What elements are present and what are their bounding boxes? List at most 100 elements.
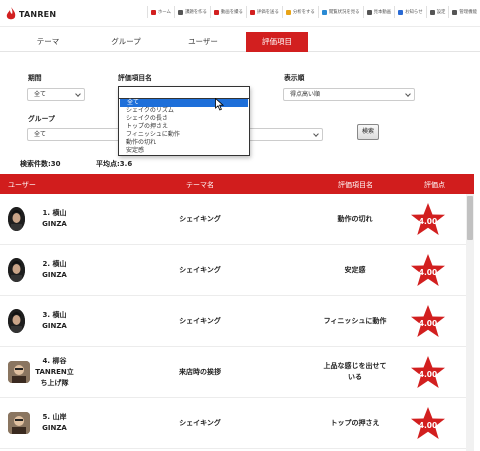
column-score: 評価点 <box>424 181 445 189</box>
evaluation-item-name: トップの押さえ <box>330 418 380 427</box>
logo[interactable]: TANREN <box>6 6 56 22</box>
result-count: 検索件数:30 <box>20 160 61 168</box>
nav-item-6[interactable]: 見本動画 <box>362 6 395 18</box>
score-star-icon: 4.00 <box>411 407 445 439</box>
tab-user[interactable]: ユーザー <box>176 32 230 52</box>
theme-name[interactable]: シェイキング <box>150 316 250 326</box>
dropdown-option[interactable]: シェイクの長さ <box>119 115 249 123</box>
order-select-value: 得点高い順 <box>290 91 321 98</box>
score-value: 4.00 <box>419 370 438 379</box>
nav-item-7[interactable]: お知らせ <box>394 6 425 18</box>
score-value: 4.00 <box>419 268 438 277</box>
mouse-cursor-icon <box>215 98 224 111</box>
user-name: 4. 柳谷 TANREN立 ち上げ隊 <box>35 356 74 387</box>
evaluation-item-name: 上品な感じを出せて いる <box>323 362 387 381</box>
evaluation-item-dropdown[interactable]: 全て シェイクのリズム シェイクの長さ トップの押さえ フィニッシュに動作 動作の切れ 安定… <box>118 86 250 156</box>
analyze-icon <box>285 9 291 15</box>
nav-item-label: お知らせ <box>405 10 423 15</box>
nav-item-8[interactable]: 設定 <box>425 6 449 18</box>
tab-evaluation-item[interactable]: 評価項目 <box>246 32 308 52</box>
order-select[interactable]: 得点高い順 <box>283 88 415 101</box>
theme-name[interactable]: 来店時の挨拶 <box>150 367 250 377</box>
nav-item-label: 管理機能 <box>459 10 477 15</box>
user-name: 1. 横山 GINZA <box>42 209 67 228</box>
nav-item-label: ホーム <box>157 10 171 15</box>
tab-theme[interactable]: テーマ <box>22 32 74 52</box>
evaluation-item-name: フィニッシュに動作 <box>323 316 387 325</box>
group-label: グループ <box>28 115 55 123</box>
score-value: 4.00 <box>419 217 438 226</box>
evaluation-item-label: 評価項目名 <box>118 74 152 82</box>
nav-item-1[interactable]: 課題を作る <box>173 6 210 18</box>
score-star-icon: 4.00 <box>411 203 445 235</box>
avatar <box>8 361 30 383</box>
score-star-icon: 4.00 <box>411 254 445 286</box>
tab-bar: テーマ グループ ユーザー 評価項目 <box>0 32 480 52</box>
nav-item-4[interactable]: 分析をする <box>281 6 318 18</box>
nav-item-label: 分析をする <box>292 10 315 15</box>
dropdown-option[interactable]: フィニッシュに動作 <box>119 131 249 139</box>
tab-group[interactable]: グループ <box>98 32 154 52</box>
chevron-down-icon <box>313 131 319 137</box>
logo-text: TANREN <box>19 9 57 19</box>
nav-item-0[interactable]: ホーム <box>146 6 174 18</box>
avatar <box>8 207 25 231</box>
dropdown-option[interactable]: シェイクのリズム <box>119 107 249 115</box>
theme-name[interactable]: シェイキング <box>150 265 250 275</box>
nav-item-5[interactable]: 閲覧状況を見る <box>317 6 363 18</box>
admin-icon <box>452 9 458 15</box>
score-star-icon: 4.00 <box>411 305 445 337</box>
scrollbar[interactable] <box>466 194 474 451</box>
user-name: 3. 横山 GINZA <box>42 311 67 330</box>
chevron-down-icon <box>405 91 411 97</box>
dropdown-option[interactable]: トップの押さえ <box>119 123 249 131</box>
column-theme: テーマ名 <box>186 181 214 189</box>
user-name: 2. 横山 GINZA <box>42 260 67 279</box>
period-select[interactable]: 全て <box>27 88 85 101</box>
top-nav: ホーム 課題を作る 動画を撮る 評価を送る 分析をする 閲覧状況を見る 見本動画 お知らせ 設定… <box>146 6 480 18</box>
table-row[interactable]: 4. 柳谷 TANREN立 ち上げ隊 来店時の挨拶 上品な感じを出せて いる 4.00 <box>0 347 466 398</box>
nav-item-9[interactable]: 管理機能 <box>448 6 480 18</box>
nav-item-label: 閲覧状況を見る <box>328 10 360 15</box>
avatar <box>8 412 30 434</box>
order-label: 表示順 <box>284 74 305 82</box>
nav-item-label: 設定 <box>436 10 446 15</box>
table-row[interactable]: 1. 横山 GINZA シェイキング 動作の切れ 4.00 <box>0 194 466 245</box>
group-select-value: 全て <box>34 131 47 138</box>
dropdown-option[interactable]: 動作の切れ <box>119 139 249 147</box>
dropdown-option[interactable]: 全て <box>120 99 248 107</box>
score-value: 4.00 <box>419 319 438 328</box>
dropdown-option[interactable]: 安定感 <box>119 147 249 155</box>
home-icon <box>150 9 156 15</box>
column-item: 評価項目名 <box>338 181 373 189</box>
user-name: 5. 山岸 GINZA <box>42 413 67 432</box>
bell-icon <box>398 9 404 15</box>
nav-item-label: 課題を作る <box>184 10 207 15</box>
evaluation-item-name: 安定感 <box>344 265 366 274</box>
average-score: 平均点:3.6 <box>96 160 133 168</box>
dropdown-options: 全て シェイクのリズム シェイクの長さ トップの押さえ フィニッシュに動作 動作の切れ 安定… <box>119 99 249 155</box>
nav-item-2[interactable]: 動画を撮る <box>209 6 246 18</box>
period-select-value: 全て <box>34 91 47 98</box>
flame-logo-icon <box>6 7 16 20</box>
avatar <box>8 258 25 282</box>
nav-item-3[interactable]: 評価を送る <box>245 6 282 18</box>
table-row[interactable]: 5. 山岸 GINZA シェイキング トップの押さえ 4.00 <box>0 398 466 449</box>
period-label: 期間 <box>28 74 42 82</box>
nav-item-label: 動画を撮る <box>220 10 243 15</box>
theme-name[interactable]: シェイキング <box>150 214 250 224</box>
table-row[interactable]: 3. 横山 GINZA シェイキング フィニッシュに動作 4.00 <box>0 296 466 347</box>
users-icon <box>321 9 327 15</box>
search-button[interactable]: 検索 <box>357 124 379 140</box>
score-star-icon: 4.00 <box>411 356 445 388</box>
video-icon <box>213 9 219 15</box>
column-user: ユーザー <box>8 181 36 189</box>
theme-name[interactable]: シェイキング <box>150 418 250 428</box>
table-row[interactable]: 2. 横山 GINZA シェイキング 安定感 4.00 <box>0 245 466 296</box>
gear-icon <box>429 9 435 15</box>
scrollbar-thumb[interactable] <box>467 196 473 240</box>
chevron-down-icon <box>75 91 81 97</box>
evaluation-item-name: 動作の切れ <box>337 214 373 223</box>
evaluation-item-select[interactable] <box>119 87 249 99</box>
sample-video-icon <box>366 9 372 15</box>
